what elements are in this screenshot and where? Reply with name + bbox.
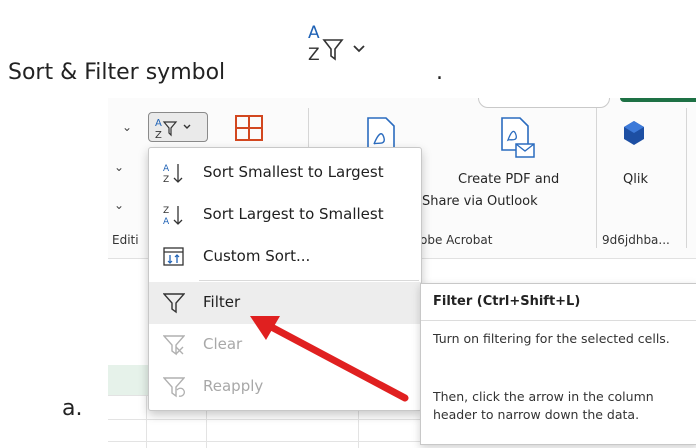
qlik-group-label: 9d6jdhba... <box>602 233 670 247</box>
sort-filter-button[interactable]: A Z <box>148 112 208 142</box>
svg-text:A: A <box>163 217 170 226</box>
menu-item-label: Sort Smallest to Largest <box>203 163 384 181</box>
share-button-partial[interactable] <box>620 98 696 102</box>
svg-text:Z: Z <box>155 130 162 141</box>
chevron-down-icon[interactable]: ⌄ <box>114 198 124 212</box>
filter-icon <box>162 292 186 314</box>
sort-filter-icon: A Z <box>155 118 191 141</box>
red-arrow-annotation <box>250 316 409 402</box>
menu-separator <box>199 280 419 281</box>
tooltip-separator <box>421 320 696 321</box>
create-pdf-label-line1[interactable]: Create PDF and <box>458 172 559 187</box>
filter-tooltip: Filter (Ctrl+Shift+L) Turn on filtering … <box>420 283 696 445</box>
menu-item-label: Custom Sort... <box>203 247 311 265</box>
menu-item-custom-sort[interactable]: Custom Sort... <box>149 236 421 278</box>
chevron-down-icon[interactable]: ⌄ <box>122 120 132 134</box>
svg-text:Z: Z <box>308 45 320 65</box>
tooltip-body-1: Turn on filtering for the selected cells… <box>433 331 670 346</box>
editing-group-label: Editi <box>112 233 139 247</box>
svg-text:Z: Z <box>163 175 169 184</box>
acrobat-group-label: obe Acrobat <box>420 233 493 247</box>
chevron-down-icon[interactable]: ⌄ <box>114 160 124 174</box>
grid-line <box>146 395 147 448</box>
qlik-icon[interactable] <box>622 120 646 146</box>
caption-period: . <box>436 60 443 85</box>
sort-ascending-icon: A Z <box>163 162 185 185</box>
menu-item-label: Clear <box>203 335 243 353</box>
custom-sort-icon <box>163 246 185 268</box>
search-box-partial[interactable] <box>478 98 610 108</box>
caption-label: Sort & Filter symbol <box>8 60 226 85</box>
qlik-label[interactable]: Qlik <box>623 172 648 187</box>
side-label: a. <box>62 396 83 421</box>
reapply-filter-icon <box>162 376 186 398</box>
create-pdf-label-line2[interactable]: Share via Outlook <box>422 194 538 209</box>
menu-item-label: Sort Largest to Smallest <box>203 205 384 223</box>
group-separator <box>596 108 597 248</box>
svg-text:Z: Z <box>163 206 169 216</box>
sort-filter-icon: A Z <box>292 8 412 70</box>
menu-item-sort-ascending[interactable]: A Z Sort Smallest to Largest <box>149 152 421 194</box>
tooltip-body-2: Then, click the arrow in the column head… <box>433 389 654 422</box>
menu-item-label: Filter <box>203 293 241 311</box>
sort-descending-icon: Z A <box>163 204 185 227</box>
group-separator <box>686 108 687 248</box>
create-pdf-outlook-icon[interactable] <box>498 116 536 160</box>
svg-text:A: A <box>308 23 320 43</box>
svg-text:A: A <box>155 118 162 129</box>
menu-item-sort-descending[interactable]: Z A Sort Largest to Smallest <box>149 194 421 236</box>
tooltip-title: Filter (Ctrl+Shift+L) <box>433 294 581 309</box>
svg-text:A: A <box>163 164 170 174</box>
find-select-icon[interactable] <box>232 112 268 144</box>
clear-filter-icon <box>162 334 186 356</box>
